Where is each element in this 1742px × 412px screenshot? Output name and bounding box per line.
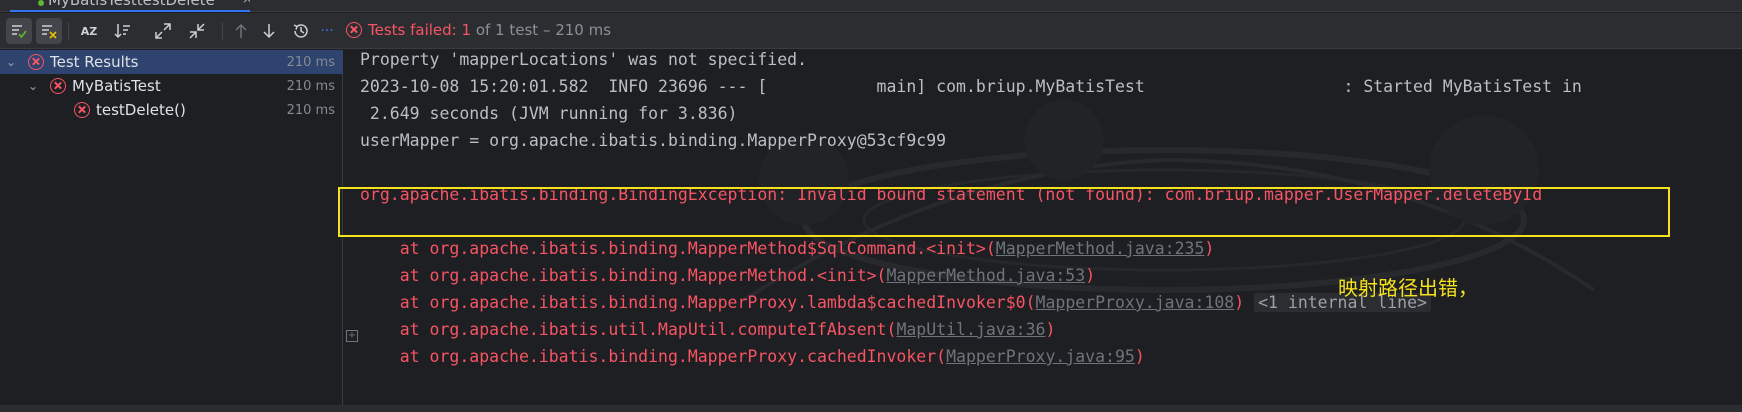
stack-frame: at org.apache.ibatis.util.MapUtil.comput…: [360, 320, 1056, 339]
source-link[interactable]: MapperProxy.java:108: [1036, 293, 1235, 312]
sort-alphabetically-button[interactable]: AZ: [76, 18, 102, 44]
tree-item-time: 210 ms: [286, 54, 335, 70]
source-link[interactable]: MapperProxy.java:95: [946, 347, 1135, 366]
run-tab[interactable]: MyBatisTesttestDelete ×: [10, 0, 250, 12]
source-link[interactable]: MapperMethod.java:53: [887, 266, 1086, 285]
arrow-down-icon: [263, 24, 275, 39]
tree-item-time: 210 ms: [286, 102, 335, 118]
source-link[interactable]: MapUtil.java:36: [896, 320, 1045, 339]
sort-alpha-icon: AZ: [80, 24, 98, 38]
status-rest: of 1 test – 210 ms: [471, 21, 612, 39]
source-link[interactable]: MapperMethod.java:235: [996, 239, 1205, 258]
chevron-down-icon[interactable]: ⌄: [6, 55, 16, 69]
check-filter-icon: [12, 25, 27, 39]
expand-all-button[interactable]: [150, 18, 176, 44]
status-prefix: Tests failed:: [368, 21, 462, 39]
tree-item-testdelete[interactable]: testDelete() 210 ms: [0, 98, 343, 122]
stack-frame: at org.apache.ibatis.binding.MapperProxy…: [360, 288, 1431, 318]
previous-failed-button[interactable]: [228, 18, 254, 44]
annotation-text: 映射路径出错，: [1338, 276, 1478, 300]
test-status-summary: Tests failed: 1 of 1 test – 210 ms: [346, 21, 611, 39]
stack-frame: at org.apache.ibatis.binding.MapperMetho…: [360, 239, 1215, 258]
collapse-all-icon: [189, 23, 205, 39]
expand-all-icon: [155, 23, 171, 39]
failed-icon: [74, 102, 90, 118]
run-tab-title: MyBatisTesttestDelete: [48, 0, 215, 9]
next-failed-button[interactable]: [256, 18, 282, 44]
toolbar-separator: [222, 22, 223, 40]
tree-item-time: 210 ms: [286, 78, 335, 94]
tree-item-label: testDelete(): [96, 101, 186, 119]
test-results-tree: ⌄ Test Results 210 ms ⌄ MyBatisTest 210 …: [0, 50, 343, 412]
tree-item-mybatistest[interactable]: ⌄ MyBatisTest 210 ms: [0, 74, 343, 98]
cancel-filter-icon: [42, 25, 57, 39]
tree-item-test-results[interactable]: ⌄ Test Results 210 ms: [0, 50, 343, 74]
show-passed-button[interactable]: [6, 18, 32, 44]
run-config-icon: [38, 0, 44, 6]
status-failed-count: 1: [461, 21, 472, 39]
stack-frame: at org.apache.ibatis.binding.MapperMetho…: [360, 266, 1096, 285]
expand-fold-icon[interactable]: +: [346, 330, 358, 342]
console-line: 2.649 seconds (JVM running for 3.836): [360, 104, 738, 123]
failed-icon: [346, 22, 362, 38]
close-icon[interactable]: ×: [242, 0, 250, 7]
more-options-button[interactable]: ···: [314, 18, 340, 44]
test-runner-toolbar: AZ ··· Tests failed: 1 of 1 test – 210 m…: [0, 13, 1742, 49]
failed-icon: [28, 54, 44, 70]
tree-item-label: MyBatisTest: [72, 77, 161, 95]
exception-highlight-box: [338, 187, 1670, 237]
arrow-up-icon: [235, 23, 247, 38]
console-line: userMapper = org.apache.ibatis.binding.M…: [360, 131, 947, 150]
more-icon: ···: [320, 23, 334, 39]
collapse-all-button[interactable]: [184, 18, 210, 44]
stack-frame: at org.apache.ibatis.binding.MapperProxy…: [360, 347, 1145, 366]
tree-item-label: Test Results: [50, 53, 139, 71]
test-history-button[interactable]: [288, 18, 314, 44]
sort-by-duration-button[interactable]: [110, 18, 136, 44]
toolbar-separator: [68, 22, 69, 40]
console-line: 2023-10-08 15:20:01.582 INFO 23696 --- […: [360, 77, 1582, 96]
run-tab-strip: MyBatisTesttestDelete ×: [0, 0, 1742, 12]
chevron-down-icon[interactable]: ⌄: [28, 79, 38, 93]
history-icon: [293, 24, 308, 38]
show-ignored-button[interactable]: [36, 18, 62, 44]
sort-duration-icon: [114, 24, 130, 39]
failed-icon: [50, 78, 66, 94]
status-strip: [0, 405, 1742, 412]
